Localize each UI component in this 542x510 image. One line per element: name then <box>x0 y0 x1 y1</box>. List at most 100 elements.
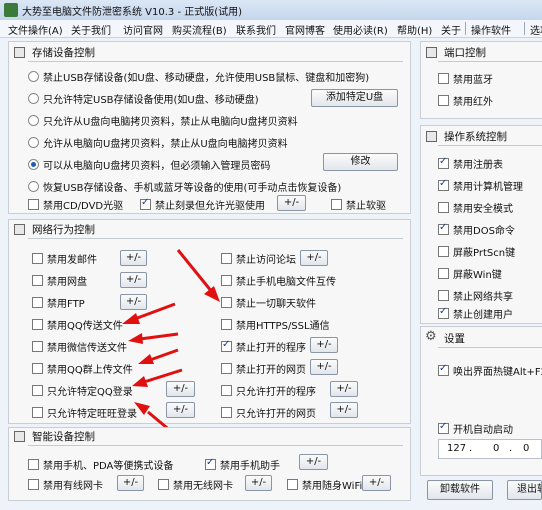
disable-email-label: 禁用发邮件 <box>47 255 97 266</box>
disable-portable-wifi-label: 禁用随身WiFi <box>302 481 363 492</box>
red-arrow <box>138 348 179 364</box>
ip-octet-1: 127 <box>447 443 467 454</box>
plusminus-button[interactable]: +/- <box>299 454 328 470</box>
menu-must-read[interactable]: 使用必读(R) <box>333 22 388 37</box>
checkbox-disable-cd[interactable] <box>28 199 39 210</box>
checkbox-block-win-key[interactable] <box>438 268 449 279</box>
smart-device-icon <box>14 431 25 442</box>
option-specific-usb-label: 只允许特定USB存储设备使用(如U盘、移动硬盘) <box>43 95 259 106</box>
menu-about-us[interactable]: 关于我们 <box>71 22 111 37</box>
checkbox-disable-registry[interactable] <box>438 156 449 169</box>
ip-octet-3: 0 <box>523 443 530 454</box>
red-arrow <box>122 302 176 324</box>
disable-floppy-label: 禁止软驱 <box>346 201 386 212</box>
option-restore-usb-label: 恢复USB存储设备、手机或蓝牙等设备的使用(可手动点击恢复设备) <box>43 183 342 194</box>
checkbox-disable-floppy[interactable] <box>331 199 342 210</box>
checkbox-disable-safe-mode[interactable] <box>438 202 449 213</box>
hotkey-label: 唤出界面热键Alt+F2 <box>453 367 542 378</box>
menu-file[interactable]: 文件操作(A) <box>8 22 63 37</box>
autostart-label: 开机自动启动 <box>453 425 513 436</box>
smart-title: 智能设备控制 <box>32 431 95 443</box>
menu-separator <box>524 22 525 35</box>
menu-official-site[interactable]: 访问官网 <box>123 22 163 37</box>
divider <box>438 61 542 62</box>
checkbox-disable-ftp[interactable] <box>32 297 43 308</box>
disable-registry-label: 禁用注册表 <box>453 160 503 171</box>
modify-button[interactable]: 修改 <box>323 153 398 171</box>
divider <box>438 347 542 348</box>
checkbox-disable-qq-group[interactable] <box>32 363 43 374</box>
plusminus-button[interactable]: +/- <box>277 195 306 211</box>
exit-button[interactable]: 退出软件 <box>507 480 542 500</box>
menu-options[interactable]: 选项 <box>530 22 542 37</box>
divider <box>28 238 403 239</box>
checkbox-disable-bluetooth[interactable] <box>438 73 449 84</box>
checkbox-hotkey[interactable] <box>438 363 449 376</box>
checkbox-block-prtscn[interactable] <box>438 246 449 257</box>
disable-netdisk-label: 禁用网盘 <box>47 277 87 288</box>
plusminus-button[interactable]: +/- <box>310 359 338 375</box>
menu-contact[interactable]: 联系我们 <box>236 22 276 37</box>
port-title: 端口控制 <box>444 47 486 59</box>
checkbox-disable-wired-nic[interactable] <box>28 479 39 490</box>
disable-pda-label: 禁用手机、PDA等便携式设备 <box>43 461 174 472</box>
plusminus-button[interactable]: +/- <box>300 250 328 266</box>
option-usb-to-pc-label: 只允许从U盘向电脑拷贝资料，禁止从电脑向U盘拷贝资料 <box>43 117 298 128</box>
network-title: 网络行为控制 <box>32 224 95 236</box>
checkbox-disable-wechat-file[interactable] <box>32 341 43 352</box>
divider <box>28 61 403 62</box>
radio-specific-usb[interactable] <box>28 93 39 104</box>
red-arrows-annotation <box>122 249 220 434</box>
plusminus-button[interactable]: +/- <box>362 475 391 491</box>
checkbox-disable-portable-wifi[interactable] <box>287 479 298 490</box>
checkbox-autostart[interactable] <box>438 421 449 434</box>
checkbox-disable-phone-assistant[interactable] <box>205 457 216 470</box>
gear-icon: ⚙ <box>425 329 437 344</box>
radio-disable-usb[interactable] <box>28 71 39 82</box>
os-icon <box>426 131 437 142</box>
plusminus-button[interactable]: +/- <box>117 475 144 491</box>
menu-operate[interactable]: 操作软件 <box>471 22 511 37</box>
radio-pc-to-usb[interactable] <box>28 137 39 148</box>
checkbox-block-create-user[interactable] <box>438 306 449 319</box>
checkbox-disable-burn[interactable] <box>140 197 151 210</box>
disable-computer-management-label: 禁用计算机管理 <box>453 182 523 193</box>
window-title: 大势至电脑文件防泄密系统 V10.3 - 正式版(试用) <box>22 7 243 18</box>
plusminus-button[interactable]: +/- <box>245 475 272 491</box>
disable-safe-mode-label: 禁用安全模式 <box>453 204 513 215</box>
storage-title: 存储设备控制 <box>32 47 95 59</box>
radio-password-copy[interactable] <box>28 159 39 170</box>
disable-phone-assistant-label: 禁用手机助手 <box>220 461 280 472</box>
plusminus-button[interactable]: +/- <box>330 381 358 397</box>
disable-wechat-file-label: 禁用微信传送文件 <box>47 343 127 354</box>
checkbox-disable-email[interactable] <box>32 253 43 264</box>
checkbox-disable-pda[interactable] <box>28 459 39 470</box>
checkbox-allow-qq[interactable] <box>32 385 43 396</box>
radio-restore-usb[interactable] <box>28 181 39 192</box>
uninstall-button[interactable]: 卸载软件 <box>427 480 493 500</box>
checkbox-block-network-share[interactable] <box>438 290 449 301</box>
checkbox-disable-qq-file[interactable] <box>32 319 43 330</box>
checkbox-disable-dos[interactable] <box>438 222 449 235</box>
plusminus-button[interactable]: +/- <box>310 337 338 353</box>
checkbox-disable-infrared[interactable] <box>438 95 449 106</box>
checkbox-disable-wireless-nic[interactable] <box>158 479 169 490</box>
menu-blog[interactable]: 官网博客 <box>285 22 325 37</box>
radio-usb-to-pc[interactable] <box>28 115 39 126</box>
checkbox-allow-wangwang[interactable] <box>32 407 43 418</box>
disable-cd-label: 禁用CD/DVD光驱 <box>43 201 124 212</box>
menu-purchase[interactable]: 购买流程(B) <box>172 22 227 37</box>
block-network-share-label: 禁止网络共享 <box>453 292 513 303</box>
disable-qq-file-label: 禁用QQ传送文件 <box>47 321 123 332</box>
menu-about[interactable]: 关于 <box>441 22 461 37</box>
disable-ftp-label: 禁用FTP <box>47 299 85 310</box>
add-usb-button[interactable]: 添加特定U盘 <box>311 89 398 107</box>
title-bar: 大势至电脑文件防泄密系统 V10.3 - 正式版(试用) <box>0 0 542 20</box>
ip-address-input[interactable]: 127 . 0 . 0 <box>438 439 542 459</box>
checkbox-disable-computer-management[interactable] <box>438 178 449 191</box>
block-win-key-label: 屏蔽Win键 <box>453 270 502 281</box>
red-arrow <box>128 332 179 344</box>
menu-help[interactable]: 帮助(H) <box>397 22 432 37</box>
plusminus-button[interactable]: +/- <box>330 402 358 418</box>
checkbox-disable-netdisk[interactable] <box>32 275 43 286</box>
